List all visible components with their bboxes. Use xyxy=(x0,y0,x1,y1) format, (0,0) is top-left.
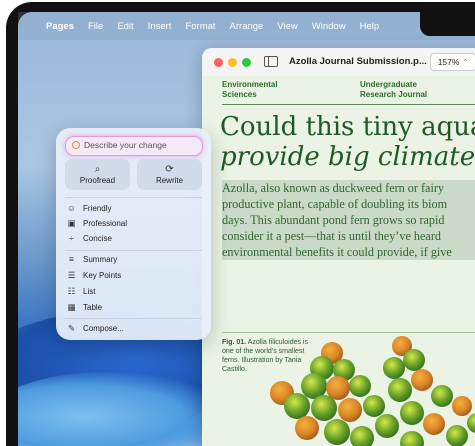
compose-option[interactable]: ✎ Compose... xyxy=(66,321,124,335)
header-right-line: Research Journal xyxy=(360,90,428,99)
menu-help[interactable]: Help xyxy=(360,21,380,32)
summary-icon: ≡ xyxy=(69,254,74,264)
body-line: Azolla, also known as duckweed fern or f… xyxy=(222,180,475,196)
separator xyxy=(65,318,202,319)
proofread-label: Proofread xyxy=(79,176,116,185)
sidebar-toggle-icon[interactable] xyxy=(264,56,278,67)
journal-name: Undergraduate Research Journal xyxy=(360,80,470,100)
journal-section: Environmental Sciences xyxy=(222,80,322,100)
zoom-value: 157% xyxy=(437,57,460,67)
menu-pages[interactable]: Pages xyxy=(46,21,74,32)
body-line: environmental benefits it could provide,… xyxy=(222,244,475,260)
magnifier-icon: ⌕ xyxy=(94,164,101,175)
divider xyxy=(222,104,475,105)
summary-option[interactable]: ≡ Summary xyxy=(66,252,117,266)
chevron-updown-icon: ⌃ xyxy=(462,59,469,66)
list-option[interactable]: ☷ List xyxy=(66,284,96,298)
professional-option[interactable]: ▣ Professional xyxy=(66,216,127,230)
menu-arrange[interactable]: Arrange xyxy=(230,21,264,32)
summary-label: Summary xyxy=(83,254,118,264)
rewrite-label: Rewrite xyxy=(155,176,184,185)
compose-label: Compose... xyxy=(83,323,124,333)
key-points-option[interactable]: ☰ Key Points xyxy=(66,268,122,282)
camera-notch xyxy=(420,10,475,36)
minimize-window-button[interactable] xyxy=(228,58,237,67)
selected-body-text[interactable]: Azolla, also known as duckweed fern or f… xyxy=(222,180,475,260)
separator xyxy=(65,250,202,251)
laptop-frame: Pages File Edit Insert Format Arrange Vi… xyxy=(0,0,475,446)
rewrite-button[interactable]: ⟳ Rewrite xyxy=(137,159,202,190)
table-label: Table xyxy=(83,302,103,312)
friendly-label: Friendly xyxy=(83,203,112,213)
smiley-icon: ☺ xyxy=(67,203,76,213)
headline-line: Could this tiny aqua xyxy=(220,112,475,142)
concise-option[interactable]: ÷ Concise xyxy=(66,231,112,245)
menu-file[interactable]: File xyxy=(88,21,103,32)
menu-edit[interactable]: Edit xyxy=(117,21,133,32)
concise-label: Concise xyxy=(83,233,112,243)
list-icon: ☷ xyxy=(67,285,76,296)
list-label: List xyxy=(83,286,96,296)
document-title: Azolla Journal Submission.p... xyxy=(289,56,427,67)
title-bar: Azolla Journal Submission.p... 157% ⌃ xyxy=(202,48,475,77)
body-line: consider it a pest—that is until they’ve… xyxy=(222,228,475,244)
fullscreen-window-button[interactable] xyxy=(242,58,251,67)
describe-change-input[interactable] xyxy=(84,138,196,152)
menu-view[interactable]: View xyxy=(277,21,297,32)
zoom-select[interactable]: 157% ⌃ xyxy=(430,53,475,71)
menu-insert[interactable]: Insert xyxy=(148,21,172,32)
separator xyxy=(65,197,202,198)
writing-tools-panel: ⌕ Proofread ⟳ Rewrite ☺ Friendly ▣ Profe… xyxy=(56,128,211,340)
headline-line: provide big climate xyxy=(220,142,475,172)
table-icon: ▦ xyxy=(67,301,76,312)
intelligence-icon xyxy=(72,141,80,149)
header-left-line: Sciences xyxy=(222,90,257,99)
describe-change-field[interactable] xyxy=(65,136,203,156)
briefcase-icon: ▣ xyxy=(67,217,76,228)
proofread-button[interactable]: ⌕ Proofread xyxy=(65,159,130,190)
azolla-illustration xyxy=(270,336,475,446)
table-option[interactable]: ▦ Table xyxy=(66,300,102,314)
body-line: productive plant, capable of doubling it… xyxy=(222,196,475,212)
caption-label: Fig. 01. xyxy=(222,339,247,346)
header-left-line: Environmental xyxy=(222,80,278,89)
concise-icon: ÷ xyxy=(69,233,74,243)
close-window-button[interactable] xyxy=(214,58,223,67)
menu-bar: Pages File Edit Insert Format Arrange Vi… xyxy=(18,12,475,40)
body-line: days. This abundant pond fern grows so r… xyxy=(222,212,475,228)
professional-label: Professional xyxy=(83,218,128,228)
key-points-icon: ☰ xyxy=(67,269,76,280)
menu-window[interactable]: Window xyxy=(312,21,346,32)
menu-format[interactable]: Format xyxy=(185,21,215,32)
article-headline: Could this tiny aqua provide big climate xyxy=(220,112,475,172)
rewrite-icon: ⟳ xyxy=(165,164,174,175)
key-points-label: Key Points xyxy=(83,270,122,280)
friendly-option[interactable]: ☺ Friendly xyxy=(66,201,111,215)
header-right-line: Undergraduate xyxy=(360,80,417,89)
pencil-icon: ✎ xyxy=(67,322,76,333)
